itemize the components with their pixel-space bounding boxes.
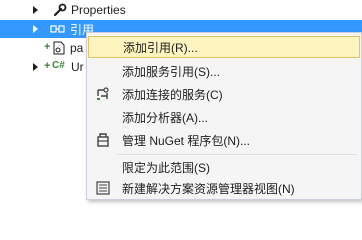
menu-separator [117, 154, 357, 155]
add-icon: + [44, 41, 51, 53]
expand-arrow-icon[interactable] [33, 6, 38, 14]
menu-item-label: 管理 NuGet 程序包(N)... [122, 133, 251, 148]
add-icon: + [44, 60, 51, 72]
tree-node-label: Ur [71, 60, 84, 74]
new-view-icon [96, 181, 110, 195]
menu-item-scope-to-this[interactable]: 限定为此范围(S) [88, 156, 360, 178]
menu-item-label: 新建解决方案资源管理器视图(N) [122, 181, 295, 196]
menu-item-label: 添加分析器(A)... [122, 110, 208, 125]
context-menu: 添加引用(R)... 添加服务引用(S)... 添加连接的服务(C) 添加分析器… [86, 32, 362, 200]
wrench-icon [53, 3, 67, 17]
config-file-icon [53, 41, 65, 55]
menu-item-manage-nuget[interactable]: 管理 NuGet 程序包(N)... [88, 129, 360, 151]
menu-item-label: 添加服务引用(S)... [122, 64, 220, 79]
expand-arrow-icon[interactable] [33, 63, 38, 71]
expand-arrow-icon[interactable] [33, 25, 38, 33]
csharp-file-icon: C# [52, 60, 65, 71]
tree-node-label: Properties [71, 3, 126, 17]
menu-item-label: 添加连接的服务(C) [122, 87, 223, 102]
menu-item-new-explorer-view[interactable]: 新建解决方案资源管理器视图(N) [88, 177, 360, 199]
references-icon [50, 25, 65, 33]
tree-node-properties[interactable]: Properties [0, 1, 362, 19]
menu-item-add-reference[interactable]: 添加引用(R)... [88, 36, 360, 58]
menu-item-add-connected-service[interactable]: 添加连接的服务(C) [88, 83, 360, 105]
menu-item-label: 限定为此范围(S) [122, 160, 210, 175]
menu-item-add-service-reference[interactable]: 添加服务引用(S)... [88, 60, 360, 82]
tree-node-label: pa [70, 41, 84, 55]
menu-item-label: 添加引用(R)... [123, 40, 198, 55]
nuget-icon [97, 133, 109, 147]
connected-service-icon [97, 87, 109, 100]
menu-item-add-analyzer[interactable]: 添加分析器(A)... [88, 106, 360, 128]
